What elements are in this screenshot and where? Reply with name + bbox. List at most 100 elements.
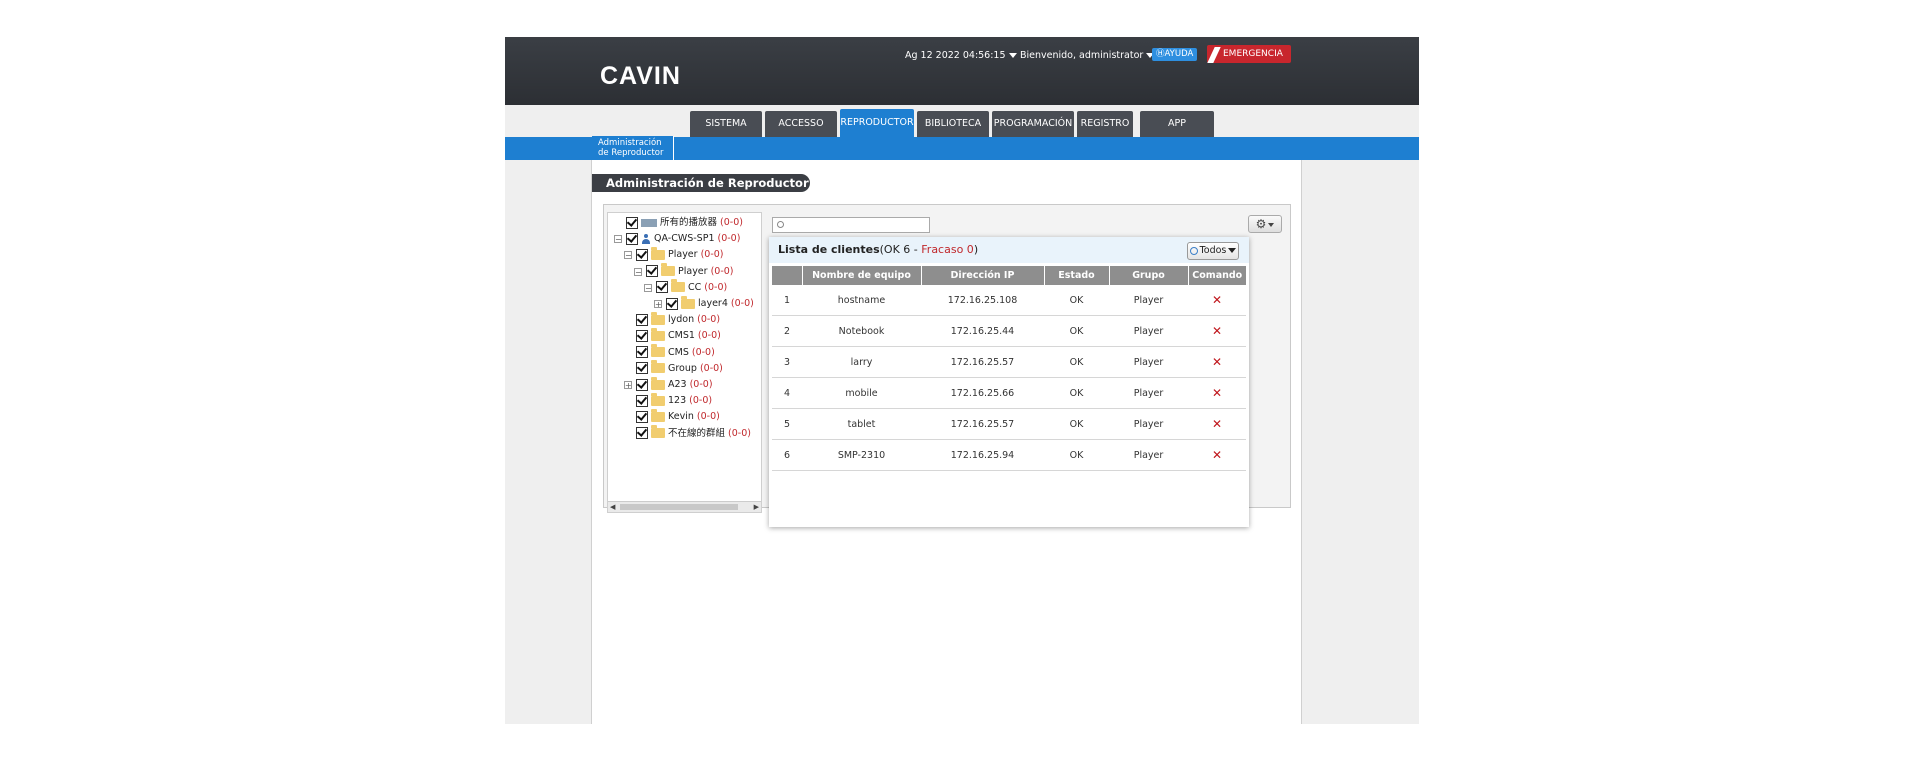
datetime-dropdown[interactable]: Ag 12 2022 04:56:15 bbox=[905, 50, 1017, 61]
tree-checkbox[interactable] bbox=[636, 394, 648, 407]
tree-item-count: (0-0) bbox=[730, 298, 754, 309]
table-row[interactable]: 1 hostname 172.16.25.108 OK Player ✕ bbox=[772, 285, 1246, 316]
players-icon bbox=[641, 218, 657, 227]
col-status[interactable]: Estado bbox=[1044, 266, 1110, 285]
delete-button[interactable]: ✕ bbox=[1188, 285, 1246, 316]
folder-icon bbox=[651, 408, 665, 422]
delete-button[interactable]: ✕ bbox=[1188, 439, 1246, 471]
search-input[interactable] bbox=[772, 217, 930, 233]
expand-icon[interactable]: + bbox=[654, 300, 662, 309]
delete-button[interactable]: ✕ bbox=[1188, 377, 1246, 409]
tree-checkbox[interactable] bbox=[636, 427, 648, 440]
tree-checkbox[interactable] bbox=[636, 362, 648, 375]
close-icon[interactable]: ✕ bbox=[1212, 355, 1222, 369]
tree-checkbox[interactable] bbox=[646, 265, 658, 278]
subtab-player-admin[interactable]: Administración de Reproductor bbox=[592, 136, 674, 160]
tree-item[interactable]: + layer4 (0-0) bbox=[654, 295, 754, 312]
col-name[interactable]: Nombre de equipo bbox=[802, 266, 922, 285]
status-cell: OK bbox=[1044, 377, 1109, 409]
delete-button[interactable]: ✕ bbox=[1188, 408, 1246, 440]
close-icon[interactable]: ✕ bbox=[1212, 324, 1222, 338]
tree-item-label: 不在線的群組 bbox=[668, 427, 726, 439]
folder-icon bbox=[651, 425, 665, 439]
close-icon[interactable]: ✕ bbox=[1212, 293, 1222, 307]
emergency-button[interactable]: EMERGENCIA bbox=[1207, 45, 1291, 63]
tree-item-count: (0-0) bbox=[696, 411, 720, 423]
filter-label: Todos bbox=[1199, 245, 1227, 256]
row-index: 1 bbox=[772, 285, 802, 316]
ip-address: 172.16.25.108 bbox=[921, 285, 1044, 316]
tab-programacion[interactable]: PROGRAMACIÓN bbox=[992, 111, 1074, 137]
tree-checkbox[interactable] bbox=[626, 216, 638, 229]
tab-biblioteca[interactable]: BIBLIOTECA bbox=[917, 111, 989, 137]
user-menu[interactable]: Bienvenido, administrator bbox=[1020, 50, 1155, 61]
tree-checkbox[interactable] bbox=[636, 378, 648, 391]
folder-icon bbox=[651, 360, 665, 374]
tree-item-label: Kevin bbox=[668, 411, 694, 423]
tree-checkbox[interactable] bbox=[666, 297, 678, 310]
close-icon[interactable]: ✕ bbox=[1212, 417, 1222, 431]
tree-item[interactable]: lydon (0-0) bbox=[636, 311, 720, 328]
close-icon[interactable]: ✕ bbox=[1212, 386, 1222, 400]
table-row[interactable]: 4 mobile 172.16.25.66 OK Player ✕ bbox=[772, 377, 1246, 409]
tree-item[interactable]: CMS (0-0) bbox=[636, 344, 715, 361]
tree-checkbox[interactable] bbox=[636, 346, 648, 359]
emergency-label: EMERGENCIA bbox=[1223, 49, 1283, 59]
tab-sistema[interactable]: SISTEMA bbox=[690, 111, 762, 137]
col-ip[interactable]: Dirección IP bbox=[921, 266, 1045, 285]
folder-icon bbox=[651, 376, 665, 390]
folder-icon bbox=[661, 263, 675, 277]
scroll-left-icon[interactable]: ◀ bbox=[610, 502, 615, 512]
filter-dropdown[interactable]: Todos bbox=[1187, 242, 1239, 260]
tab-app[interactable]: APP bbox=[1140, 111, 1214, 137]
tree-item[interactable]: 不在線的群組 (0-0) bbox=[636, 425, 751, 442]
tree-item[interactable]: − CC (0-0) bbox=[644, 279, 728, 296]
col-group[interactable]: Grupo bbox=[1109, 266, 1189, 285]
logo: CAVIN bbox=[600, 62, 681, 90]
table-row[interactable]: 5 tablet 172.16.25.57 OK Player ✕ bbox=[772, 408, 1246, 440]
delete-button[interactable]: ✕ bbox=[1188, 346, 1246, 378]
tree-checkbox[interactable] bbox=[636, 329, 648, 342]
tree-checkbox[interactable] bbox=[626, 232, 638, 245]
tree-item[interactable]: − Player (0-0) bbox=[634, 263, 734, 280]
scroll-thumb[interactable] bbox=[620, 504, 738, 510]
chevron-down-icon bbox=[1268, 222, 1275, 227]
table-row[interactable]: 3 larry 172.16.25.57 OK Player ✕ bbox=[772, 346, 1246, 378]
tree-item[interactable]: − Player (0-0) bbox=[624, 246, 724, 263]
scroll-right-icon[interactable]: ▶ bbox=[754, 502, 759, 512]
tree-item[interactable]: Group (0-0) bbox=[636, 360, 723, 377]
tree-item-label: layer4 bbox=[698, 298, 728, 309]
section-title: Administración de Reproductor bbox=[592, 174, 810, 192]
table-row[interactable]: 2 Notebook 172.16.25.44 OK Player ✕ bbox=[772, 315, 1246, 347]
tree-item[interactable]: 所有的播放器 (0-0) bbox=[626, 215, 743, 231]
tree-checkbox[interactable] bbox=[636, 248, 648, 261]
collapse-icon[interactable]: − bbox=[614, 235, 622, 244]
tree-item-count: (0-0) bbox=[704, 281, 728, 293]
collapse-icon[interactable]: − bbox=[624, 251, 632, 260]
tree-scrollbar[interactable]: ◀ ▶ bbox=[608, 501, 761, 512]
tab-accesso[interactable]: ACCESSO bbox=[765, 111, 837, 137]
folder-icon bbox=[651, 392, 665, 406]
table-row[interactable]: 6 SMP-2310 172.16.25.94 OK Player ✕ bbox=[772, 439, 1246, 471]
collapse-icon[interactable]: − bbox=[644, 283, 652, 292]
tree-checkbox[interactable] bbox=[656, 281, 668, 294]
tree-item-label: lydon bbox=[668, 314, 695, 326]
help-button[interactable]: ⒽAYUDA bbox=[1152, 48, 1198, 61]
tree-item[interactable]: Kevin (0-0) bbox=[636, 408, 720, 425]
tree-item[interactable]: + A23 (0-0) bbox=[624, 376, 713, 393]
device-name: hostname bbox=[802, 285, 921, 316]
collapse-icon[interactable]: − bbox=[634, 267, 642, 276]
expand-icon[interactable]: + bbox=[624, 381, 632, 390]
tree-item[interactable]: CMS1 (0-0) bbox=[636, 327, 721, 344]
tree-checkbox[interactable] bbox=[636, 313, 648, 326]
close-icon[interactable]: ✕ bbox=[1212, 448, 1222, 462]
delete-button[interactable]: ✕ bbox=[1188, 315, 1246, 347]
tab-reproductor[interactable]: REPRODUCTOR bbox=[840, 109, 914, 137]
subtab-line1: Administración bbox=[598, 138, 662, 148]
tree-checkbox[interactable] bbox=[636, 410, 648, 423]
tree-item[interactable]: − QA-CWS-SP1 (0-0) bbox=[614, 231, 740, 247]
tree-item[interactable]: 123 (0-0) bbox=[636, 392, 712, 409]
gear-icon: ⚙ bbox=[1255, 217, 1267, 231]
settings-button[interactable]: ⚙ bbox=[1248, 215, 1282, 233]
tab-registro[interactable]: REGISTRO bbox=[1077, 111, 1133, 137]
